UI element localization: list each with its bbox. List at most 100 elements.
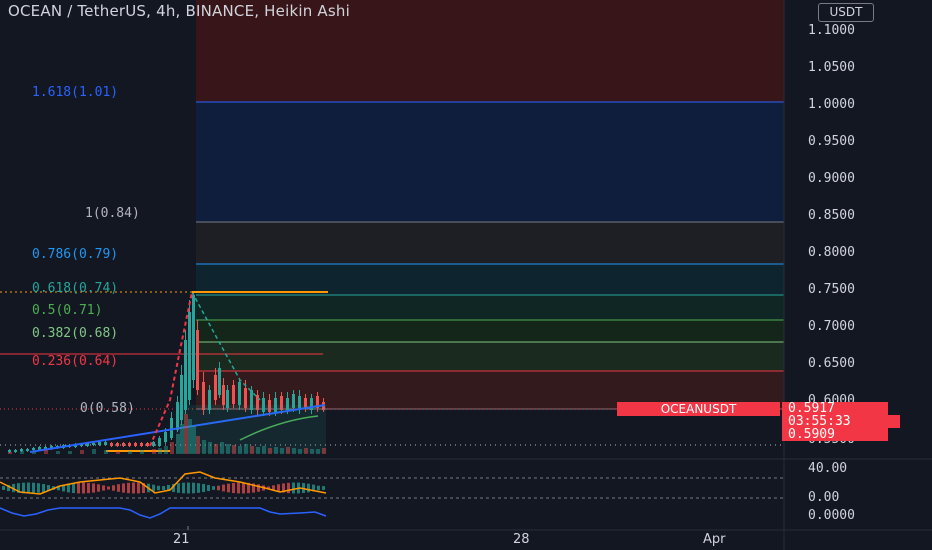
osc-histogram-bar [287,482,290,494]
volume-bar [238,446,242,454]
volume-bar [180,424,184,454]
volume-bar [322,448,326,454]
price-label: 0.8500 [808,208,855,223]
gray-zone [196,222,784,264]
candle-body [14,450,17,452]
osc-histogram-bar [42,484,45,492]
volume-bar [80,450,84,454]
candle-body [140,443,143,446]
lime-zone [196,342,784,371]
candle-body [170,418,173,438]
osc-histogram-bar [77,482,80,494]
candle-body [134,443,137,446]
osc-histogram-bar [192,482,195,494]
osc-histogram-bar [317,485,320,491]
candle-body [8,450,11,452]
volume-bar [176,434,180,454]
osc-histogram-bar [292,482,295,494]
osc-histogram-bar [97,484,100,492]
osc-histogram-bar [102,485,105,491]
candle-body [184,340,187,410]
volume-bar [184,414,188,454]
osc-histogram-bar [127,482,130,494]
candle-body [196,330,199,390]
volume-bar [214,444,218,454]
volume-bar [32,452,36,454]
volume-bar [188,419,192,454]
osc-histogram-bar [182,482,185,494]
osc-blue-line [0,507,327,519]
osc-histogram-bar [87,482,90,494]
price-label: 1.1000 [808,23,855,38]
volume-bar [262,446,266,454]
osc-histogram-bar [132,482,135,494]
candle-body [188,312,191,400]
fib-label-0786: 0.786(0.79) [32,247,119,262]
volume-bar [92,449,96,454]
osc-histogram-bar [187,482,190,494]
candle-body [26,449,29,451]
volume-bar [128,451,132,454]
secondary-price-tag: 0.5909 [782,428,888,441]
chart-canvas[interactable] [0,0,932,550]
price-label: 0.9000 [808,171,855,186]
osc-histogram-bar [107,486,110,490]
volume-bar [56,451,60,454]
volume-bar [286,447,290,454]
volume-bar [232,445,236,454]
price-label: 0.6500 [808,356,855,371]
candle-body [92,443,95,445]
volume-bar [8,452,12,454]
price-label: 0.7500 [808,282,855,297]
candle-body [152,442,155,446]
volume-bar [208,442,212,454]
osc-histogram-bar [307,483,310,493]
volume-bar [192,426,196,454]
osc-histogram-bar [72,482,75,494]
fib-label-1618: 1.618(1.01) [32,85,119,100]
price-label: 0.8000 [808,245,855,260]
volume-bar [268,448,272,454]
volume-bar [44,450,48,454]
symbol-tag: OCEANUSDT [617,402,780,416]
candle-body [122,443,125,446]
osc-histogram-bar [177,483,180,493]
blue2-zone [196,264,784,295]
fib-label-05: 0.5(0.71) [32,303,103,318]
candle-body [232,385,235,404]
volume-bar [196,436,200,454]
currency-button[interactable]: USDT [818,3,874,22]
osc-histogram-bar [27,482,30,494]
fib-zone-fills [196,0,784,409]
candle-body [238,382,241,405]
osc-histogram-bar [112,485,115,491]
teal-zone [196,295,784,320]
volume-bar [310,449,314,454]
date-label-apr: Apr [703,532,726,547]
fib-label-0382: 0.382(0.68) [32,326,119,341]
volume-bar [256,447,260,454]
volume-bar [170,442,174,454]
candle-body [218,368,221,395]
osc-histogram-bar [162,486,165,490]
candle-body [104,442,107,445]
osc-histogram-bar [232,482,235,494]
osc-histogram-bar [207,484,210,492]
volume-bar [280,448,284,454]
volume-bar [140,450,144,454]
volume-bar [244,444,248,454]
candle-body [32,448,35,450]
volume-bar [116,451,120,454]
volume-bar [298,449,302,454]
volume-bar [226,444,230,454]
osc-orange-line [0,471,327,495]
volume-bar [164,446,168,454]
volume-bar [202,440,206,454]
candle-body [146,443,149,446]
osc-histogram-bar [227,483,230,493]
osc-histogram-bar [32,482,35,494]
osc-histogram-bar [122,483,125,493]
osc-histogram-bar [217,485,220,491]
candle-body [20,449,23,451]
chart-area[interactable]: OCEAN / TetherUS, 4h, BINANCE, Heikin As… [0,0,932,550]
